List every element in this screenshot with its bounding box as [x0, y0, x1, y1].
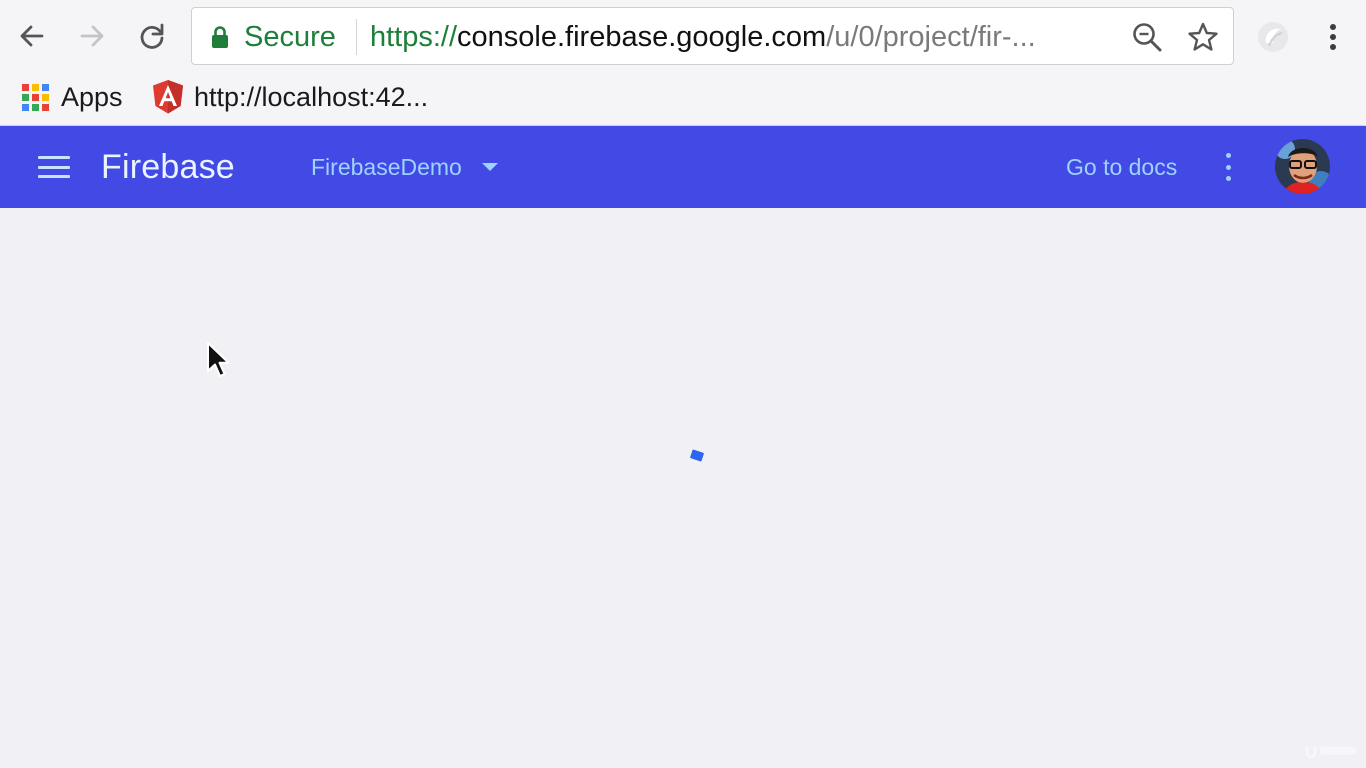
- menu-dot: [1330, 24, 1336, 30]
- secure-label: Secure: [244, 20, 336, 53]
- more-dot: [1225, 164, 1231, 170]
- hamburger-line: [38, 156, 70, 159]
- menu-dot: [1330, 44, 1336, 50]
- security-indicator[interactable]: Secure: [210, 8, 336, 66]
- hamburger-line: [38, 175, 70, 178]
- browser-toolbar: Secure https://console.firebase.google.c…: [0, 0, 1366, 72]
- project-name: FirebaseDemo: [311, 153, 462, 180]
- omnibox-divider: [356, 19, 357, 55]
- back-arrow-icon: [20, 25, 44, 47]
- extension-icon[interactable]: [1254, 18, 1292, 56]
- url-text[interactable]: https://console.firebase.google.com/u/0/…: [370, 8, 1110, 66]
- bookmark-star-icon: [1188, 22, 1218, 51]
- project-selector[interactable]: FirebaseDemo: [311, 126, 498, 208]
- go-to-docs-link[interactable]: Go to docs: [1066, 126, 1177, 208]
- watermark-logo: [1305, 746, 1356, 759]
- angular-icon: [153, 80, 183, 114]
- address-bar[interactable]: Secure https://console.firebase.google.c…: [191, 7, 1234, 65]
- user-avatar[interactable]: [1275, 139, 1330, 194]
- bookmark-localhost[interactable]: http://localhost:42...: [152, 72, 428, 122]
- url-path: /u/0/project/fir-...: [826, 21, 1036, 53]
- chrome-menu-icon[interactable]: [1315, 16, 1351, 58]
- menu-dot: [1330, 34, 1336, 40]
- forward-arrow-icon: [80, 25, 104, 47]
- more-dot: [1225, 153, 1231, 158]
- bookmark-apps-label: Apps: [61, 81, 123, 112]
- firebase-brand[interactable]: Firebase: [101, 126, 235, 208]
- reload-button[interactable]: [130, 14, 174, 58]
- more-options-icon[interactable]: [1214, 150, 1242, 184]
- mouse-pointer-icon: [207, 342, 230, 377]
- lock-icon: [212, 26, 228, 48]
- bookmark-apps[interactable]: Apps: [22, 72, 123, 122]
- forward-button[interactable]: [70, 14, 114, 58]
- bookmarks-bar: Apps http://localhost:42...: [0, 72, 1366, 126]
- caret-down-icon: [481, 163, 498, 171]
- hamburger-menu-icon[interactable]: [36, 153, 72, 181]
- reload-icon: [140, 23, 164, 49]
- zoom-button[interactable]: [1130, 20, 1164, 54]
- more-dot: [1225, 176, 1231, 181]
- main-content: [0, 208, 1366, 768]
- firebase-header: Firebase FirebaseDemo Go to docs: [0, 126, 1366, 208]
- hamburger-line: [38, 165, 70, 169]
- avatar-image: [1275, 139, 1330, 194]
- back-button[interactable]: [10, 14, 54, 58]
- url-scheme: https://: [370, 21, 458, 53]
- bookmark-localhost-label: http://localhost:42...: [194, 81, 429, 112]
- url-host: console.firebase.google.com: [457, 21, 827, 53]
- zoom-icon: [1133, 23, 1162, 52]
- apps-grid-icon: [22, 83, 49, 111]
- bookmark-button[interactable]: [1186, 20, 1220, 54]
